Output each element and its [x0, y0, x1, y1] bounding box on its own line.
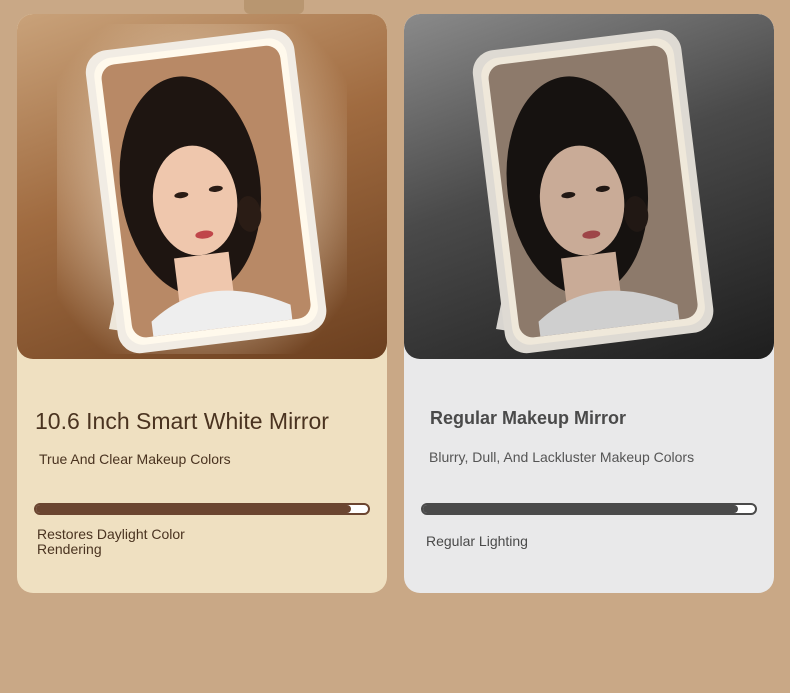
regular-mirror-card: Regular Makeup Mirror Blurry, Dull, And …	[404, 14, 774, 593]
mirror-illustration	[472, 29, 714, 354]
card-title: Regular Makeup Mirror	[430, 408, 627, 428]
card-subtitle: True And Clear Makeup Colors	[39, 451, 231, 467]
top-decor-tab	[244, 0, 304, 14]
bar-label: Regular Lighting	[426, 533, 528, 549]
lighting-progress-bar	[421, 503, 757, 515]
card-title: 10.6 Inch Smart White Mirror	[35, 408, 329, 434]
bar-label: Restores Daylight Color Rendering	[37, 526, 185, 557]
card-subtitle: Blurry, Dull, And Lackluster Makeup Colo…	[429, 449, 695, 465]
lighting-progress-fill	[423, 505, 739, 513]
regular-mirror-photo	[404, 14, 774, 359]
mirror-illustration	[57, 24, 347, 354]
lighting-progress-fill	[36, 505, 352, 513]
lighting-progress-bar	[34, 503, 370, 515]
smart-mirror-card: 10.6 Inch Smart White Mirror True And Cl…	[17, 14, 387, 593]
smart-mirror-photo	[17, 14, 387, 359]
